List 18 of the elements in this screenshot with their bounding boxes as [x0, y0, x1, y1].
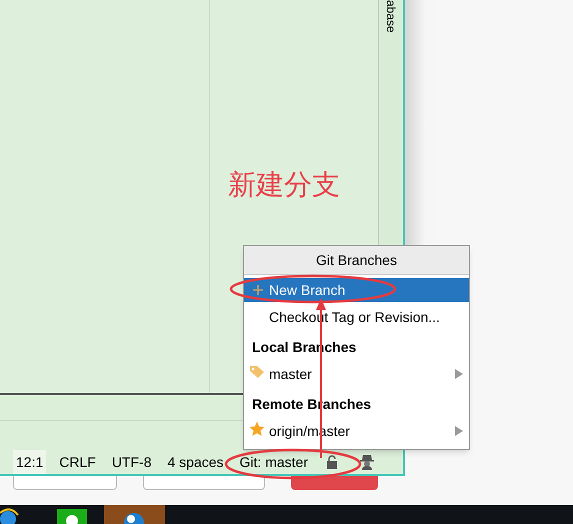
submenu-arrow-icon [455, 369, 463, 379]
menu-item[interactable]: master [244, 362, 469, 386]
inspector-icon[interactable] [359, 454, 375, 470]
popup-title: Git Branches [244, 246, 469, 275]
status-item[interactable]: 12:1 [13, 450, 46, 474]
status-item[interactable]: UTF-8 [108, 450, 154, 474]
star-icon [249, 421, 265, 437]
tag-icon [249, 365, 265, 379]
plus-icon [252, 284, 264, 296]
lock-icon[interactable] [325, 455, 339, 469]
annotation-text: 新建分支 [228, 167, 340, 203]
status-item[interactable]: 4 spaces [164, 450, 227, 474]
chat-icon[interactable] [57, 509, 87, 524]
app-icon[interactable] [104, 505, 165, 524]
tool-window-tab[interactable]: abase [384, 0, 398, 33]
submenu-arrow-icon [455, 426, 463, 436]
status-item[interactable]: CRLF [56, 450, 99, 474]
menu-item[interactable]: New Branch [244, 278, 469, 302]
